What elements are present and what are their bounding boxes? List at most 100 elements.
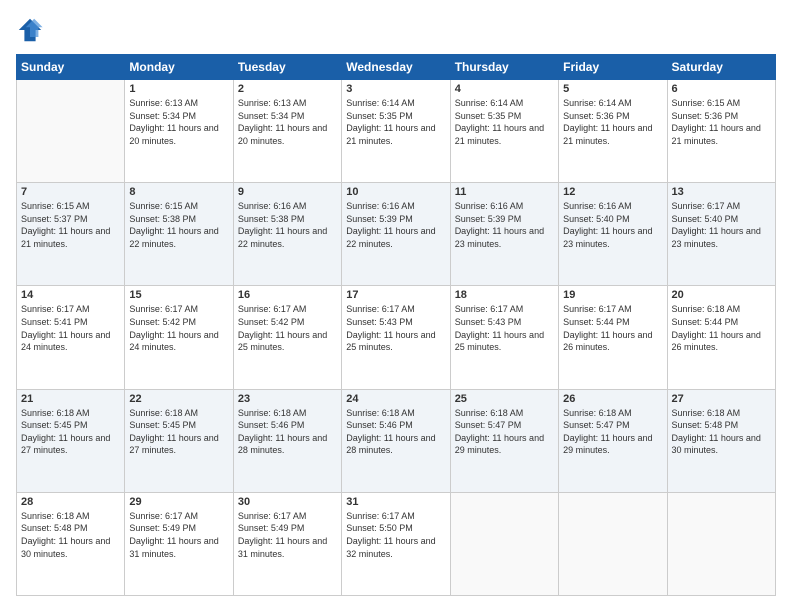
logo-icon (16, 16, 44, 44)
day-info: Sunrise: 6:18 AMSunset: 5:48 PMDaylight:… (21, 510, 120, 560)
calendar-cell (17, 80, 125, 183)
day-info: Sunrise: 6:18 AMSunset: 5:44 PMDaylight:… (672, 303, 771, 353)
day-info: Sunrise: 6:16 AMSunset: 5:39 PMDaylight:… (455, 200, 554, 250)
day-info: Sunrise: 6:17 AMSunset: 5:41 PMDaylight:… (21, 303, 120, 353)
calendar-cell: 16 Sunrise: 6:17 AMSunset: 5:42 PMDayligh… (233, 286, 341, 389)
day-number: 11 (455, 186, 554, 198)
day-number: 8 (129, 186, 228, 198)
day-number: 9 (238, 186, 337, 198)
day-number: 25 (455, 393, 554, 405)
day-number: 6 (672, 83, 771, 95)
day-info: Sunrise: 6:18 AMSunset: 5:45 PMDaylight:… (21, 407, 120, 457)
weekday-header: Tuesday (233, 55, 341, 80)
day-number: 27 (672, 393, 771, 405)
day-number: 14 (21, 289, 120, 301)
day-info: Sunrise: 6:17 AMSunset: 5:42 PMDaylight:… (238, 303, 337, 353)
day-info: Sunrise: 6:14 AMSunset: 5:35 PMDaylight:… (346, 97, 445, 147)
calendar-cell: 21 Sunrise: 6:18 AMSunset: 5:45 PMDayligh… (17, 389, 125, 492)
day-info: Sunrise: 6:17 AMSunset: 5:43 PMDaylight:… (455, 303, 554, 353)
day-number: 12 (563, 186, 662, 198)
weekday-header: Friday (559, 55, 667, 80)
calendar-cell: 22Sunrise: 6:18 AMSunset: 5:45 PMDayligh… (125, 389, 233, 492)
day-number: 23 (238, 393, 337, 405)
day-number: 7 (21, 186, 120, 198)
day-info: Sunrise: 6:17 AMSunset: 5:43 PMDaylight:… (346, 303, 445, 353)
calendar-cell (667, 492, 775, 595)
weekday-header: Wednesday (342, 55, 450, 80)
calendar-table: SundayMondayTuesdayWednesdayThursdayFrid… (16, 54, 776, 596)
calendar-cell: 29 Sunrise: 6:17 AMSunset: 5:49 PMDayligh… (125, 492, 233, 595)
day-info: Sunrise: 6:18 AMSunset: 5:46 PMDaylight:… (238, 407, 337, 457)
logo (16, 16, 48, 44)
calendar-cell: 7 Sunrise: 6:15 AMSunset: 5:37 PMDaylight… (17, 183, 125, 286)
day-info: Sunrise: 6:13 AMSunset: 5:34 PMDaylight:… (238, 97, 337, 147)
day-info: Sunrise: 6:17 AMSunset: 5:44 PMDaylight:… (563, 303, 662, 353)
weekday-header: Saturday (667, 55, 775, 80)
day-number: 31 (346, 496, 445, 508)
calendar-cell: 24 Sunrise: 6:18 AMSunset: 5:46 PMDayligh… (342, 389, 450, 492)
day-info: Sunrise: 6:18 AMSunset: 5:48 PMDaylight:… (672, 407, 771, 457)
calendar-cell: 13Sunrise: 6:17 AMSunset: 5:40 PMDayligh… (667, 183, 775, 286)
day-info: Sunrise: 6:15 AMSunset: 5:36 PMDaylight:… (672, 97, 771, 147)
day-number: 30 (238, 496, 337, 508)
calendar-cell: 25 Sunrise: 6:18 AMSunset: 5:47 PMDayligh… (450, 389, 558, 492)
day-number: 26 (563, 393, 662, 405)
day-number: 20 (672, 289, 771, 301)
day-number: 19 (563, 289, 662, 301)
day-info: Sunrise: 6:13 AMSunset: 5:34 PMDaylight:… (129, 97, 228, 147)
day-info: Sunrise: 6:17 AMSunset: 5:49 PMDaylight:… (238, 510, 337, 560)
calendar-cell: 4 Sunrise: 6:14 AMSunset: 5:35 PMDaylight… (450, 80, 558, 183)
calendar-cell: 6 Sunrise: 6:15 AMSunset: 5:36 PMDaylight… (667, 80, 775, 183)
day-number: 10 (346, 186, 445, 198)
day-number: 21 (21, 393, 120, 405)
day-info: Sunrise: 6:15 AMSunset: 5:38 PMDaylight:… (129, 200, 228, 250)
calendar-header-row: SundayMondayTuesdayWednesdayThursdayFrid… (17, 55, 776, 80)
day-info: Sunrise: 6:18 AMSunset: 5:47 PMDaylight:… (455, 407, 554, 457)
day-info: Sunrise: 6:17 AMSunset: 5:40 PMDaylight:… (672, 200, 771, 250)
calendar-cell: 10 Sunrise: 6:16 AMSunset: 5:39 PMDayligh… (342, 183, 450, 286)
page: SundayMondayTuesdayWednesdayThursdayFrid… (0, 0, 792, 612)
day-number: 2 (238, 83, 337, 95)
weekday-header: Thursday (450, 55, 558, 80)
day-number: 24 (346, 393, 445, 405)
day-info: Sunrise: 6:17 AMSunset: 5:49 PMDaylight:… (129, 510, 228, 560)
calendar-cell: 28 Sunrise: 6:18 AMSunset: 5:48 PMDayligh… (17, 492, 125, 595)
calendar-cell: 12 Sunrise: 6:16 AMSunset: 5:40 PMDayligh… (559, 183, 667, 286)
calendar-cell: 17Sunrise: 6:17 AMSunset: 5:43 PMDayligh… (342, 286, 450, 389)
header (16, 16, 776, 44)
day-info: Sunrise: 6:14 AMSunset: 5:35 PMDaylight:… (455, 97, 554, 147)
day-info: Sunrise: 6:17 AMSunset: 5:50 PMDaylight:… (346, 510, 445, 560)
calendar-cell: 15Sunrise: 6:17 AMSunset: 5:42 PMDayligh… (125, 286, 233, 389)
calendar-cell: 27 Sunrise: 6:18 AMSunset: 5:48 PMDayligh… (667, 389, 775, 492)
day-number: 1 (129, 83, 228, 95)
calendar-cell: 26 Sunrise: 6:18 AMSunset: 5:47 PMDayligh… (559, 389, 667, 492)
day-number: 28 (21, 496, 120, 508)
day-number: 29 (129, 496, 228, 508)
calendar-cell: 11 Sunrise: 6:16 AMSunset: 5:39 PMDayligh… (450, 183, 558, 286)
calendar-cell: 31 Sunrise: 6:17 AMSunset: 5:50 PMDayligh… (342, 492, 450, 595)
day-info: Sunrise: 6:16 AMSunset: 5:40 PMDaylight:… (563, 200, 662, 250)
day-info: Sunrise: 6:18 AMSunset: 5:47 PMDaylight:… (563, 407, 662, 457)
calendar-week-row: 14 Sunrise: 6:17 AMSunset: 5:41 PMDayligh… (17, 286, 776, 389)
calendar-cell: 19 Sunrise: 6:17 AMSunset: 5:44 PMDayligh… (559, 286, 667, 389)
day-number: 22 (129, 393, 228, 405)
calendar-cell: 5 Sunrise: 6:14 AMSunset: 5:36 PMDaylight… (559, 80, 667, 183)
calendar-week-row: 21 Sunrise: 6:18 AMSunset: 5:45 PMDayligh… (17, 389, 776, 492)
day-number: 5 (563, 83, 662, 95)
weekday-header: Monday (125, 55, 233, 80)
day-info: Sunrise: 6:15 AMSunset: 5:37 PMDaylight:… (21, 200, 120, 250)
calendar-cell: 30 Sunrise: 6:17 AMSunset: 5:49 PMDayligh… (233, 492, 341, 595)
day-info: Sunrise: 6:16 AMSunset: 5:39 PMDaylight:… (346, 200, 445, 250)
calendar-cell (450, 492, 558, 595)
day-number: 16 (238, 289, 337, 301)
calendar-cell: 3Sunrise: 6:14 AMSunset: 5:35 PMDaylight… (342, 80, 450, 183)
day-number: 4 (455, 83, 554, 95)
day-info: Sunrise: 6:16 AMSunset: 5:38 PMDaylight:… (238, 200, 337, 250)
calendar-cell (559, 492, 667, 595)
day-info: Sunrise: 6:17 AMSunset: 5:42 PMDaylight:… (129, 303, 228, 353)
day-info: Sunrise: 6:18 AMSunset: 5:46 PMDaylight:… (346, 407, 445, 457)
calendar-cell: 9 Sunrise: 6:16 AMSunset: 5:38 PMDaylight… (233, 183, 341, 286)
day-info: Sunrise: 6:14 AMSunset: 5:36 PMDaylight:… (563, 97, 662, 147)
calendar-week-row: 28 Sunrise: 6:18 AMSunset: 5:48 PMDayligh… (17, 492, 776, 595)
calendar-cell: 18Sunrise: 6:17 AMSunset: 5:43 PMDayligh… (450, 286, 558, 389)
